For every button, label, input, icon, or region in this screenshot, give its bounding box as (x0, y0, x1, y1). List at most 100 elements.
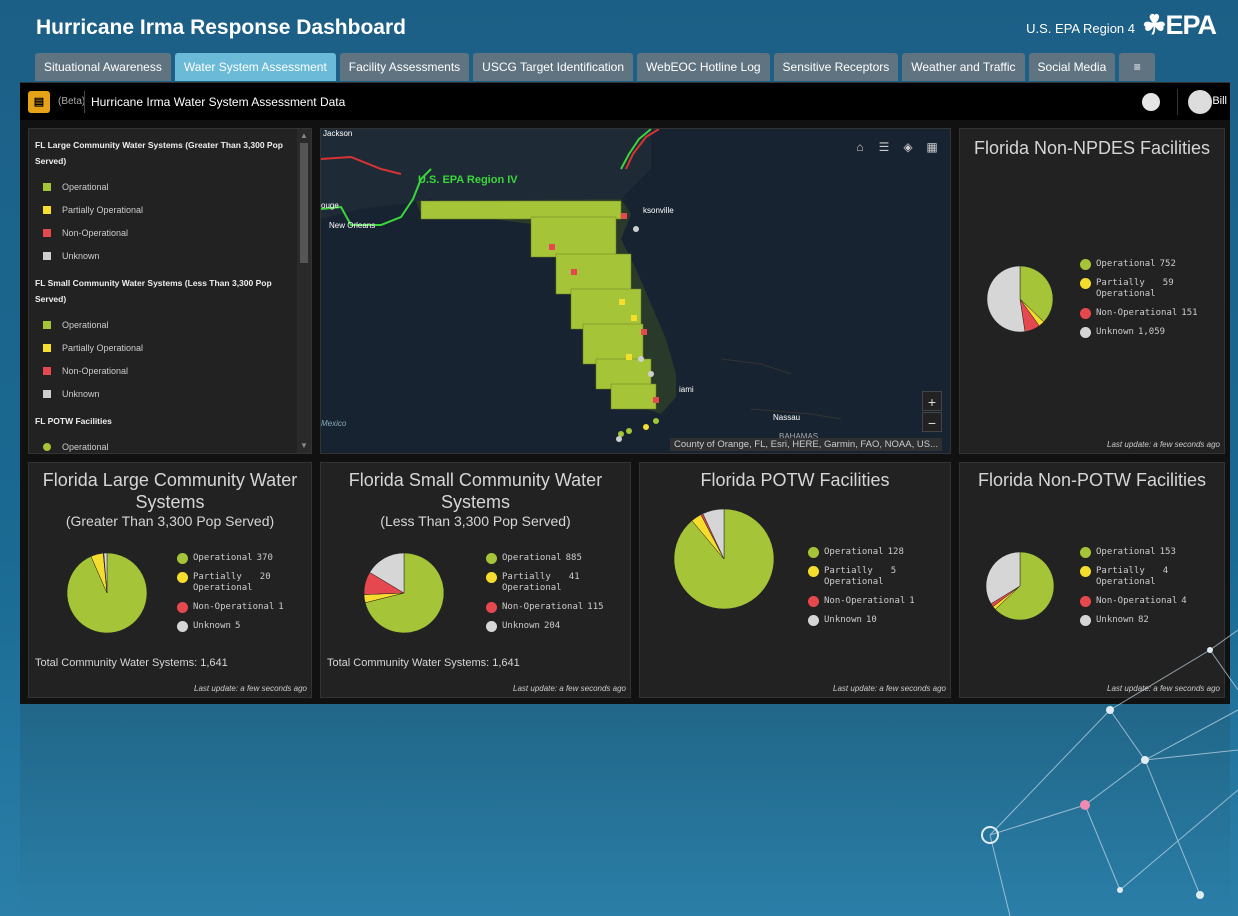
status-circle-icon[interactable] (1142, 93, 1160, 111)
last-update: Last update: a few seconds ago (1107, 440, 1220, 449)
panel-large-cws: Florida Large Community Water Systems (G… (28, 462, 312, 698)
legend-label: Non-Operational (62, 365, 129, 376)
legend-value: 752 (1159, 259, 1176, 269)
scroll-up-icon[interactable]: ▲ (297, 129, 311, 143)
tab-webeoc-hotline-log[interactable]: WebEOC Hotline Log (637, 53, 770, 81)
legend-swatch (43, 343, 51, 352)
zoom-out-button[interactable]: − (922, 412, 942, 432)
tab-menu-icon[interactable]: ≡ (1119, 53, 1156, 81)
legend-dot (1080, 327, 1091, 338)
legend-label: Unknown (193, 621, 231, 631)
epa-logo: ☘EPA (1142, 10, 1217, 40)
tab-water-system-assessment[interactable]: Water System Assessment (174, 53, 336, 81)
legend-item: Operational (35, 313, 293, 336)
legend-row-unknown: Unknown 10 (808, 615, 915, 626)
legend-swatch (43, 320, 51, 329)
legend-dot (808, 596, 819, 607)
legend-item: Partially Operational (35, 198, 293, 221)
legend-dot (1080, 566, 1091, 577)
legend-label: Operational (824, 547, 884, 557)
legend-label: Operational (62, 319, 109, 330)
legend-dot (808, 566, 819, 577)
qr-icon[interactable]: ▦ (922, 137, 942, 157)
map-label-nassau: Nassau (773, 413, 801, 422)
panel-non-npdes: Florida Non-NPDES Facilities Operational… (959, 128, 1225, 454)
legend-row-operational: Operational 752 (1080, 259, 1198, 270)
florida-map (321, 129, 950, 453)
chart-legend: Operational 885 Partially 41 Operational No… (486, 553, 604, 640)
legend-swatch (43, 442, 51, 451)
legend-label: Unknown (502, 621, 540, 631)
legend-value: 128 (887, 547, 904, 557)
legend-value: 20 (259, 572, 271, 582)
tab-facility-assessments[interactable]: Facility Assessments (339, 53, 470, 81)
legend-row-partial: Partially 20 Operational (177, 572, 284, 594)
scroll-thumb[interactable] (300, 143, 308, 263)
legend-row-operational: Operational 885 (486, 553, 604, 564)
legend-row-non-operational: Non-Operational 1 (808, 596, 915, 607)
tab-weather-and-traffic[interactable]: Weather and Traffic (902, 53, 1025, 81)
legend-dot (177, 553, 188, 564)
legend-item: Unknown (35, 382, 293, 405)
map-label-baton-rouge: ouge (321, 201, 339, 210)
map-view[interactable]: U.S. EPA Region IV Jackson ouge New Orle… (320, 128, 951, 454)
legend-row-unknown: Unknown 204 (486, 621, 604, 632)
legend-label: Non-Operational (193, 602, 275, 612)
legend-label: Unknown (62, 388, 100, 399)
home-icon[interactable]: ⌂ (850, 137, 870, 157)
legend-value: 1 (278, 602, 284, 612)
panel-potw: Florida POTW Facilities Operational 128 P… (639, 462, 951, 698)
legend-value: 5 (890, 566, 897, 576)
legend-label: Operational (62, 441, 109, 452)
layers-icon[interactable]: ◈ (898, 137, 918, 157)
legend-row-partial: Partially 59 Operational (1080, 278, 1198, 300)
legend-value: 204 (543, 621, 561, 631)
legend-dot (808, 547, 819, 558)
legend-heading: FL POTW Facilities (35, 416, 112, 426)
legend-dot (177, 621, 188, 632)
legend-label: Unknown (1096, 327, 1134, 337)
legend-content: FL Large Community Water Systems (Greate… (29, 129, 299, 453)
legend-scrollbar[interactable]: ▲ ▼ (297, 129, 311, 453)
region-label: U.S. EPA Region 4 (1026, 21, 1135, 36)
legend-item: Partially Operational (35, 336, 293, 359)
legend-swatch (43, 366, 51, 375)
legend-dot (486, 572, 497, 583)
legend-dot (486, 553, 497, 564)
tab-uscg-target-identification[interactable]: USCG Target Identification (473, 53, 634, 81)
legend-value: 370 (256, 553, 273, 563)
tab-situational-awareness[interactable]: Situational Awareness (35, 53, 171, 81)
legend-label: Partially (824, 566, 873, 576)
legend-row-partial: Partially 5 Operational (808, 566, 915, 588)
pie-slice-unknown[interactable] (986, 265, 1026, 333)
legend-label: Non-Operational (62, 227, 129, 238)
total-count: Total Community Water Systems: 1,641 (35, 657, 228, 669)
legend-label: Operational (502, 553, 562, 563)
tab-social-media[interactable]: Social Media (1028, 53, 1116, 81)
legend-label: Operational (1096, 577, 1156, 587)
divider (1177, 89, 1178, 115)
app-bar: ▤ (Beta) Hurricane Irma Water System Ass… (20, 82, 1230, 120)
dashboard-app-icon: ▤ (28, 91, 50, 113)
legend-label: Operational (502, 583, 562, 593)
tab-sensitive-receptors[interactable]: Sensitive Receptors (773, 53, 899, 81)
legend-label: Operational (1096, 289, 1156, 299)
legend-swatch (43, 389, 51, 398)
legend-label: Unknown (62, 250, 100, 261)
zoom-in-button[interactable]: + (922, 391, 942, 411)
legend-label: Operational (824, 577, 884, 587)
divider (84, 91, 85, 113)
user-name[interactable]: Bill (1212, 95, 1227, 107)
legend-item: Operational (35, 435, 293, 453)
legend-swatch (43, 182, 51, 191)
legend-label: Partially (1096, 566, 1145, 576)
map-toolbar: ⌂ ☰ ◈ ▦ (850, 137, 942, 157)
list-icon[interactable]: ☰ (874, 137, 894, 157)
scroll-down-icon[interactable]: ▼ (297, 439, 311, 453)
avatar[interactable] (1188, 90, 1212, 114)
legend-item: Operational (35, 175, 293, 198)
legend-label: Partially (193, 572, 242, 582)
legend-label: Partially (502, 572, 551, 582)
legend-dot (177, 602, 188, 613)
map-label-jacksonville: ksonville (643, 206, 674, 215)
